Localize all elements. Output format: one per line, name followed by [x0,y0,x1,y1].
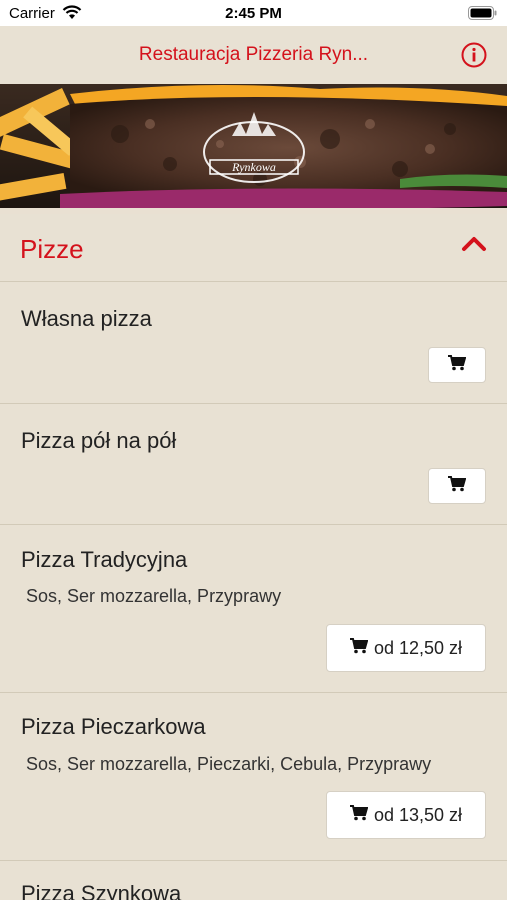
nav-bar: Restauracja Pizzeria Ryn... [0,26,507,84]
menu-item[interactable]: Pizza pół na pół [0,404,507,525]
item-price: od 13,50 zł [373,804,463,825]
cart-icon [349,637,369,659]
cart-icon [349,804,369,826]
restaurant-title: Restauracja Pizzeria Ryn... [138,44,369,65]
item-name: Pizza Pieczarkowa [21,714,206,739]
add-to-cart-button[interactable] [428,468,486,504]
logo-text: Rynkowa [231,160,276,174]
item-name: Pizza pół na pół [21,428,177,453]
info-icon[interactable] [461,42,487,68]
status-time: 2:45 PM [225,5,282,22]
category-title: Pizze [20,234,84,264]
chevron-up-icon[interactable] [461,236,487,257]
item-name: Pizza Tradycyjna [21,547,188,572]
item-name: Własna pizza [21,306,152,331]
category-header-pizze[interactable]: Pizze [0,214,507,282]
item-description: Sos, Ser mozzarella, Pieczarki, Cebula, … [26,754,432,774]
item-description: Sos, Ser mozzarella, Przyprawy [26,586,282,606]
restaurant-banner: Rynkowa [0,84,507,214]
burger-photo: Rynkowa [0,84,507,214]
add-to-cart-button[interactable]: od 13,50 zł [326,791,486,839]
battery-icon [468,6,498,24]
status-bar: Carrier 2:45 PM [0,0,507,26]
menu-item[interactable]: Własna pizza [0,282,507,404]
cart-icon [448,354,467,376]
item-name: Pizza Szynkowa [21,881,182,900]
add-to-cart-button[interactable] [428,347,486,383]
item-price: od 12,50 zł [373,637,463,658]
add-to-cart-button[interactable]: od 12,50 zł [326,624,486,672]
menu-item[interactable]: Pizza Szynkowa [0,861,507,900]
menu-item[interactable]: Pizza Pieczarkowa Sos, Ser mozzarella, P… [0,693,507,861]
cart-icon [448,475,467,497]
menu-item[interactable]: Pizza Tradycyjna Sos, Ser mozzarella, Pr… [0,525,507,693]
